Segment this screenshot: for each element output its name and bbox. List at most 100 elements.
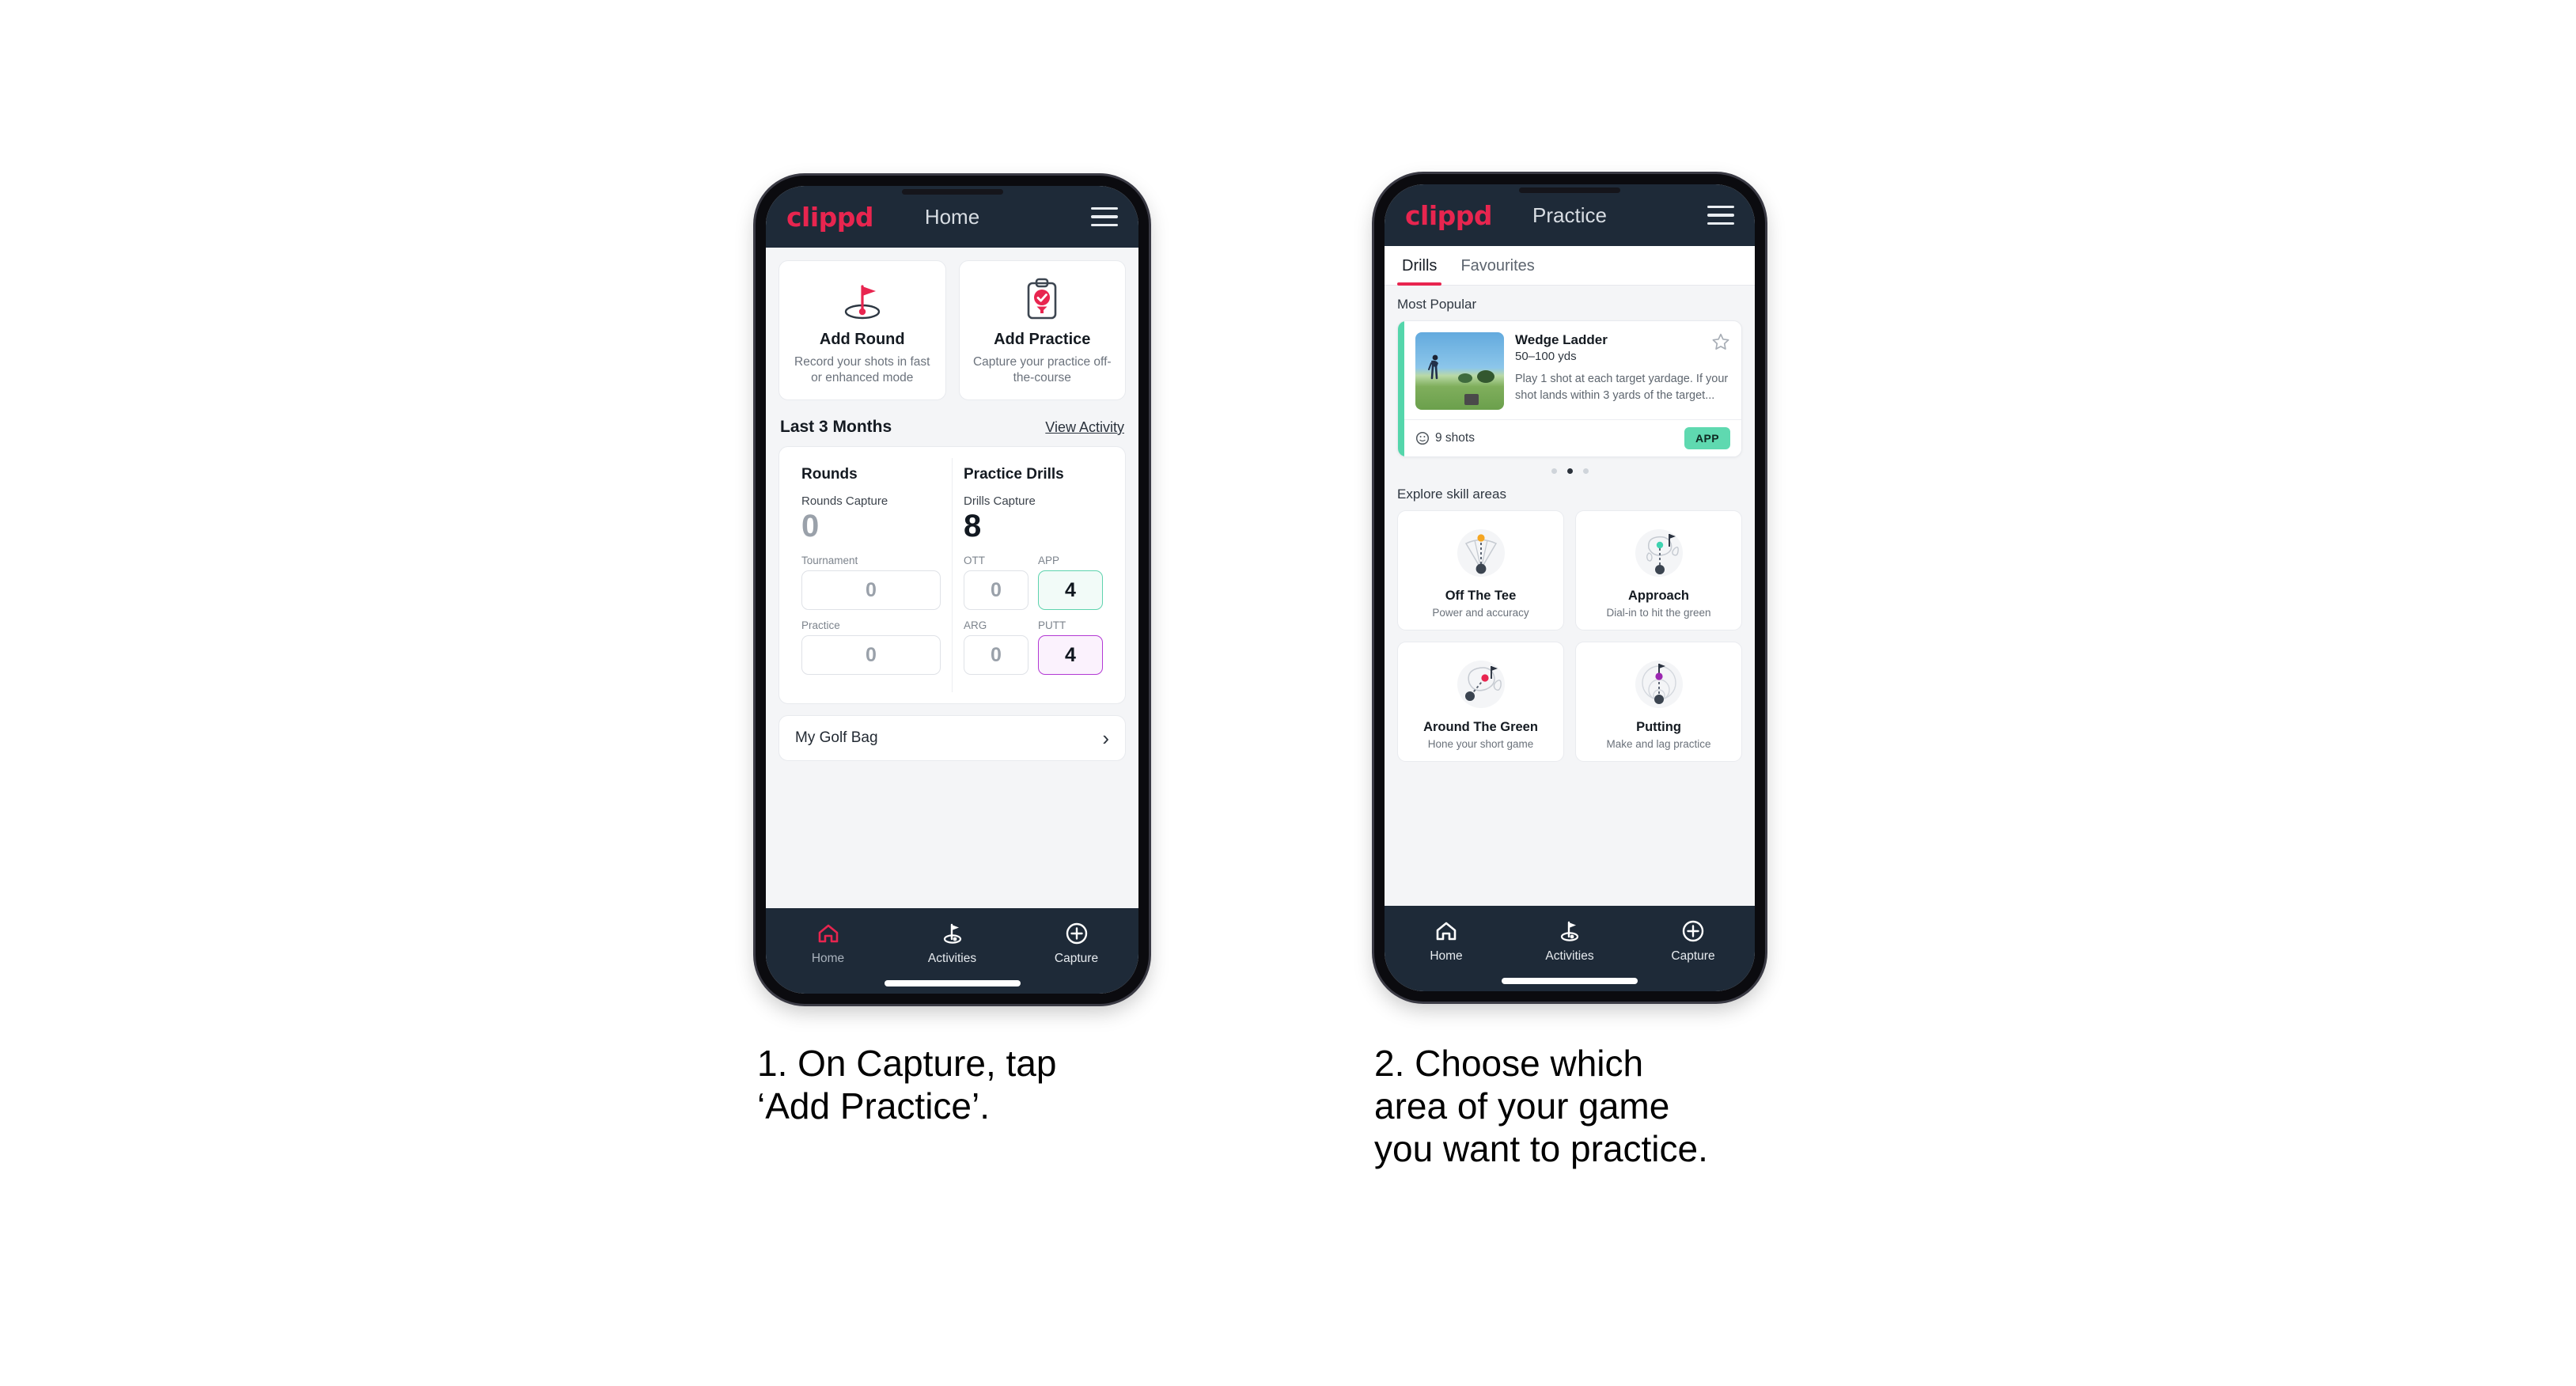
- approach-green-icon: [1582, 522, 1735, 584]
- add-round-subtitle: Record your shots in fast or enhanced mo…: [794, 355, 930, 385]
- add-practice-title: Add Practice: [994, 331, 1091, 348]
- chevron-right-icon: ›: [1102, 726, 1109, 751]
- practice-label: Practice: [801, 619, 840, 632]
- carousel-dots: [1397, 468, 1742, 474]
- caption-step-1: 1. On Capture, tap ‘Add Practice’.: [757, 1043, 1057, 1127]
- putting-rings-icon: [1582, 653, 1735, 715]
- nav-label-activities: Activities: [1545, 949, 1594, 963]
- nav-item-home[interactable]: Home: [766, 918, 890, 966]
- skill-card-putting[interactable]: Putting Make and lag practice: [1575, 642, 1742, 762]
- phone1-bottom-nav: Home Activities Capture: [766, 908, 1138, 994]
- nav-label-home: Home: [1430, 949, 1463, 963]
- phone2-bottom-nav: Home Activities Capture: [1385, 906, 1755, 991]
- screenshot-canvas: clippd Home Add Round Record your shots …: [0, 0, 2576, 1386]
- explore-skill-areas-label: Explore skill areas: [1397, 487, 1506, 502]
- putt-value[interactable]: 4: [1038, 635, 1103, 676]
- star-outline-icon[interactable]: [1711, 332, 1730, 355]
- drill-card[interactable]: Wedge Ladder 50–100 yds Play 1 shot at e…: [1397, 320, 1742, 457]
- clippd-logo[interactable]: clippd: [1405, 200, 1493, 231]
- skill-subtitle: Make and lag practice: [1606, 738, 1711, 750]
- add-round-title: Add Round: [819, 331, 905, 348]
- nav-item-capture[interactable]: Capture: [1631, 915, 1755, 964]
- carousel-dot[interactable]: [1551, 468, 1557, 474]
- clock-icon: [1415, 431, 1430, 445]
- nav-label-capture: Capture: [1671, 949, 1715, 963]
- nav-item-activities[interactable]: Activities: [1508, 915, 1631, 964]
- skill-areas-grid: Off The Tee Power and accuracy Approach …: [1397, 510, 1742, 762]
- skill-card-approach[interactable]: Approach Dial-in to hit the green: [1575, 510, 1742, 631]
- tournament-label: Tournament: [801, 555, 858, 567]
- add-round-card[interactable]: Add Round Record your shots in fast or e…: [778, 260, 946, 400]
- app-value[interactable]: 4: [1038, 570, 1103, 611]
- ott-label: OTT: [964, 555, 985, 567]
- rounds-column: Rounds Rounds Capture 0 Tournament 0 Pra…: [790, 458, 952, 692]
- nav-label-activities: Activities: [927, 952, 977, 965]
- section-title: Last 3 Months: [780, 417, 892, 436]
- hamburger-menu-icon[interactable]: [1707, 206, 1734, 225]
- home-icon: [766, 918, 890, 949]
- phone2-appbar: clippd Practice: [1385, 184, 1755, 246]
- hamburger-menu-icon[interactable]: [1091, 207, 1118, 226]
- tab-favourites[interactable]: Favourites: [1459, 246, 1536, 285]
- phone2-content: Most Popular Wedge Ladder 50–100 yds Pla…: [1385, 286, 1755, 906]
- practice-drills-column: Practice Drills Drills Capture 8 OTT 0 A…: [952, 457, 1114, 693]
- drill-shots-label: 9 shots: [1435, 431, 1475, 445]
- nav-item-home[interactable]: Home: [1385, 915, 1508, 964]
- carousel-dot[interactable]: [1582, 468, 1589, 474]
- carousel-dot-active[interactable]: [1566, 468, 1573, 474]
- phone2-screen: clippd Practice Drills Favourites Most P…: [1385, 184, 1755, 991]
- drill-thumbnail: [1415, 332, 1504, 410]
- drill-name: Wedge Ladder: [1515, 332, 1608, 347]
- skill-title: Off The Tee: [1445, 589, 1517, 603]
- golf-flag-icon: [1508, 915, 1631, 947]
- clipboard-check-tee-icon: [968, 275, 1118, 324]
- phone1-content: Add Round Record your shots in fast or e…: [766, 248, 1138, 908]
- skill-subtitle: Power and accuracy: [1432, 607, 1529, 619]
- home-icon: [1385, 915, 1508, 947]
- add-practice-subtitle: Capture your practice off-the-course: [972, 355, 1112, 385]
- skill-subtitle: Hone your short game: [1427, 738, 1534, 750]
- add-practice-card[interactable]: Add Practice Capture your practice off-t…: [958, 260, 1126, 400]
- drill-category-badge: APP: [1684, 427, 1730, 449]
- phone-mockup-2: clippd Practice Drills Favourites Most P…: [1374, 174, 1765, 1002]
- tree-shape: [1458, 373, 1472, 383]
- plus-circle-icon: [1014, 918, 1138, 949]
- app-label: APP: [1038, 555, 1060, 567]
- golf-flag-icon: [890, 918, 1014, 949]
- nav-item-capture[interactable]: Capture: [1014, 918, 1138, 966]
- my-golf-bag-label: My Golf Bag: [795, 729, 878, 747]
- rounds-heading: Rounds: [801, 465, 858, 483]
- most-popular-label: Most Popular: [1397, 297, 1477, 312]
- practice-tabs: Drills Favourites: [1385, 246, 1755, 286]
- chip-around-green-icon: [1404, 653, 1557, 715]
- nav-label-capture: Capture: [1054, 952, 1099, 965]
- drill-card-footer: 9 shots APP: [1404, 419, 1741, 456]
- nav-item-activities[interactable]: Activities: [890, 918, 1014, 966]
- skill-title: Around The Green: [1423, 720, 1538, 734]
- drill-card-inner: Wedge Ladder 50–100 yds Play 1 shot at e…: [1404, 321, 1741, 456]
- plus-circle-icon: [1631, 915, 1755, 947]
- skill-title: Putting: [1636, 720, 1681, 734]
- golfer-silhouette-icon: [1428, 354, 1438, 380]
- my-golf-bag-row[interactable]: My Golf Bag ›: [778, 715, 1126, 762]
- practice-value[interactable]: 0: [801, 635, 941, 676]
- practice-drills-heading: Practice Drills: [964, 465, 1064, 483]
- tournament-value[interactable]: 0: [801, 570, 941, 611]
- phone1-screen: clippd Home Add Round Record your shots …: [766, 186, 1138, 994]
- tree-shape: [1477, 370, 1494, 383]
- clippd-logo[interactable]: clippd: [786, 202, 874, 233]
- drill-distance: 50–100 yds: [1515, 350, 1577, 363]
- tee-shot-dispersion-icon: [1404, 522, 1557, 584]
- drill-shots: 9 shots: [1415, 431, 1475, 445]
- ott-value[interactable]: 0: [964, 570, 1029, 611]
- tab-drills[interactable]: Drills: [1396, 246, 1442, 286]
- rounds-capture-value: 0: [801, 508, 820, 543]
- rounds-capture-label: Rounds Capture: [801, 494, 888, 508]
- skill-card-around-the-green[interactable]: Around The Green Hone your short game: [1397, 642, 1564, 762]
- skill-card-off-the-tee[interactable]: Off The Tee Power and accuracy: [1397, 510, 1564, 631]
- view-activity-link[interactable]: View Activity: [1045, 419, 1124, 436]
- arg-value[interactable]: 0: [964, 635, 1029, 676]
- phone1-appbar: clippd Home: [766, 186, 1138, 248]
- drill-accent-bar: [1398, 321, 1404, 456]
- drills-capture-value: 8: [964, 508, 982, 543]
